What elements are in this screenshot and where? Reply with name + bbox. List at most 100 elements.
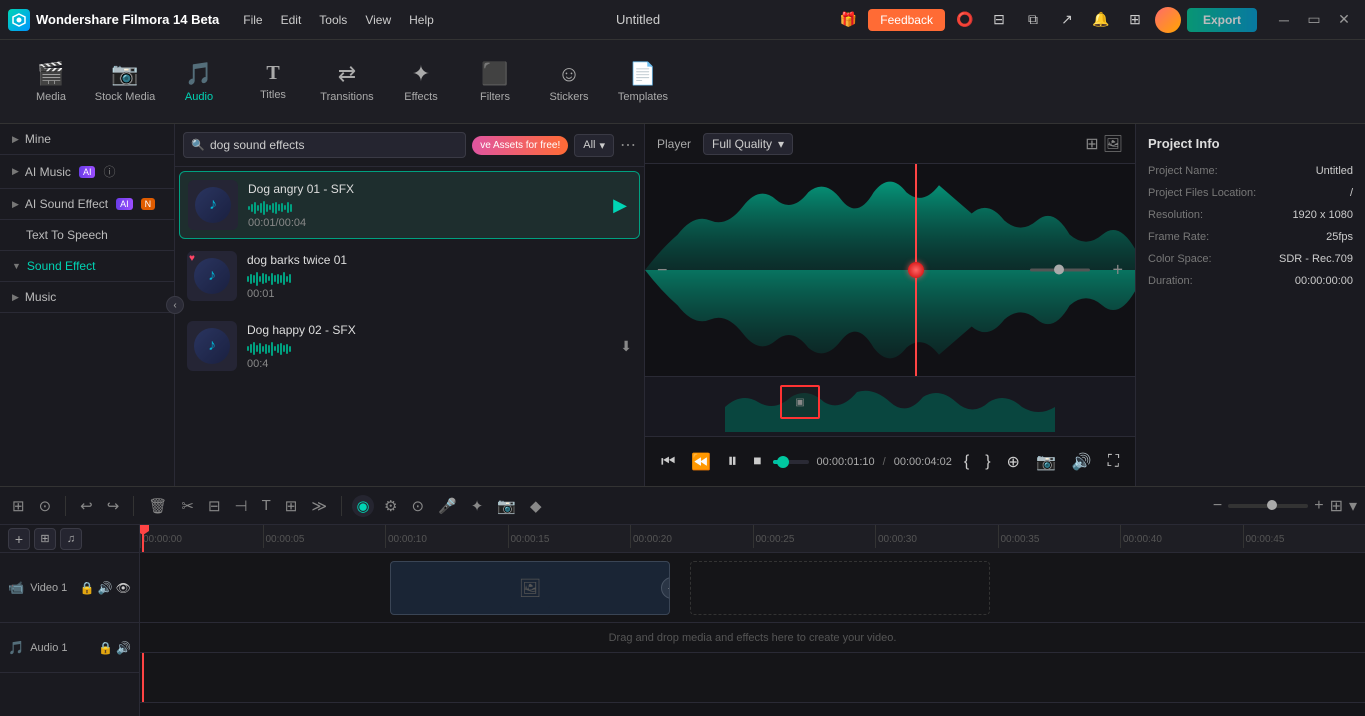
video-clip[interactable]: 🖼 + [390,561,670,615]
sound-item-0[interactable]: ♪ Dog angry 01 - SFX 00:01/00:04 ▶ [179,171,640,239]
fullscreen-button[interactable]: ⛶ [1104,449,1123,475]
cut-button[interactable]: ✂ [177,493,198,519]
menu-tools[interactable]: Tools [311,9,355,31]
zoom-slider-thumb[interactable] [1054,265,1064,275]
magnet-button[interactable]: ⊙ [35,493,56,519]
redo-button[interactable]: ↪ [103,493,124,519]
gift-icon[interactable]: 🎁 [834,6,862,34]
zoom-in-icon[interactable]: + [1112,260,1123,281]
video-lock-button[interactable]: 🔒 [80,581,95,595]
sidebar-item-ai-music[interactable]: ▶ AI Music AI ⓘ [0,155,174,188]
audio-lock-button[interactable]: 🔒 [98,641,113,655]
ai-button[interactable]: ✦ [467,493,488,519]
add-audio-button[interactable]: ♫ [60,528,82,550]
delete-button[interactable]: 🗑 [144,493,171,519]
maximize-window-button[interactable]: ▭ [1301,7,1327,33]
image-layout-icon[interactable]: 🖼 [1103,134,1123,154]
sidebar-item-sound-effect[interactable]: ▼ Sound Effect [0,251,174,281]
video-volume-button[interactable]: 🔊 [98,581,113,595]
sidebar-item-mine[interactable]: ▶ Mine [0,124,174,154]
toolbar-titles[interactable]: T Titles [238,47,308,117]
extract-button[interactable]: ⊕ [1003,448,1024,476]
toolbar-effects[interactable]: ✦ Effects [386,47,456,117]
volume-button[interactable]: 🔊 [1068,448,1096,476]
sidebar-collapse-button[interactable]: ‹ [166,296,184,314]
audio-mute-button[interactable]: 🔊 [116,641,131,655]
sidebar-item-music[interactable]: ▶ Music [0,282,174,312]
close-window-button[interactable]: ✕ [1331,7,1357,33]
waveform-container[interactable]: − + [645,164,1135,376]
mini-thumb-selection[interactable]: ▣ [780,385,820,419]
play-pause-button[interactable]: ⏸ [723,446,741,477]
skip-back-button[interactable]: ⏮ [657,449,679,475]
more-btn[interactable]: ≫ [307,493,331,519]
user-avatar[interactable] [1155,7,1181,33]
apps-icon[interactable]: ⊞ [1121,6,1149,34]
text-button[interactable]: T [258,493,275,518]
video-track-area[interactable]: 🖼 + [140,553,1365,623]
menu-file[interactable]: File [235,9,270,31]
toolbar-audio[interactable]: 🎵 Audio [164,47,234,117]
grid-layout-icon[interactable]: ⊞ [1085,134,1098,154]
crop-button[interactable]: ⊟ [204,493,225,519]
auto-color-button[interactable]: ◉ [352,495,374,517]
playhead-handle[interactable] [908,262,924,278]
minimize-display-icon[interactable]: ⊟ [985,6,1013,34]
video-eye-button[interactable]: 👁 [116,581,131,595]
download-icon[interactable]: ⬇ [620,338,632,355]
filter-dropdown[interactable]: All ▾ [574,134,614,157]
media-button[interactable]: 📷 [493,493,520,519]
timeline-zoom-slider[interactable] [1228,504,1308,508]
scene-detect-button[interactable]: ⊞ [8,493,29,519]
minimize-window-button[interactable]: ─ [1271,7,1297,33]
toolbar-stock-media[interactable]: 📷 Stock Media [90,47,160,117]
layout-button[interactable]: ⊞ [281,493,302,519]
clip-settings-button[interactable]: ⊙ [408,493,429,519]
menu-help[interactable]: Help [401,9,442,31]
sidebar-section-ai-sound-effect: ▶ AI Sound Effect AI N [0,189,174,220]
audio-track-area[interactable] [140,653,1365,703]
zoom-out-icon[interactable]: − [657,260,668,281]
toolbar-transitions[interactable]: ⇄ Transitions [312,47,382,117]
toolbar-stickers[interactable]: ☺ Stickers [534,47,604,117]
mark-out-button[interactable]: } [981,449,994,475]
keyframe-button[interactable]: ◆ [526,493,546,519]
feedback-button[interactable]: Feedback [868,9,945,31]
sound-item-2[interactable]: ♪ Dog happy 02 - SFX 00:4 ⬇ [179,313,640,379]
menu-edit[interactable]: Edit [273,9,310,31]
sidebar-item-ai-sound-effect[interactable]: ▶ AI Sound Effect AI N [0,189,174,219]
settings-button[interactable]: ⚙ [380,493,401,519]
add-track-button[interactable]: + [8,528,30,550]
search-icon-btn[interactable]: ⭕ [951,6,979,34]
quality-select[interactable]: Full Quality ▾ [703,133,793,155]
toolbar-templates[interactable]: 📄 Templates [608,47,678,117]
toolbar-filters[interactable]: ⬛ Filters [460,47,530,117]
undo-button[interactable]: ↩ [76,493,97,519]
timeline-grid-icon[interactable]: ⊞ [1330,496,1343,516]
voice-button[interactable]: 🎤 [434,493,461,519]
timeline-zoom-in-icon[interactable]: + [1314,497,1323,515]
sound-item-1[interactable]: ♪ ♥ dog barks twice 01 00:01 [179,243,640,309]
split-button[interactable]: ⊣ [231,493,252,519]
step-back-button[interactable]: ⏪ [687,448,715,476]
bell-icon[interactable]: 🔔 [1087,6,1115,34]
timeline-area: ⊞ ⊙ ↩ ↪ 🗑 ✂ ⊟ ⊣ T ⊞ ≫ ◉ ⚙ ⊙ 🎤 ✦ 📷 ◆ − + … [0,486,1365,716]
menu-view[interactable]: View [357,9,399,31]
snapshot-button[interactable]: 📷 [1032,448,1060,476]
video-drop-zone[interactable] [690,561,990,615]
search-input[interactable] [183,132,466,158]
more-options-button[interactable]: ⋯ [620,135,636,155]
stop-button[interactable]: ⏹ [749,449,765,475]
export-button[interactable]: Export [1187,8,1257,32]
share-icon[interactable]: ↗ [1053,6,1081,34]
add-clip-button[interactable]: + [661,577,670,599]
add-media-button[interactable]: ⊞ [34,528,56,550]
sidebar-item-text-to-speech[interactable]: Text To Speech [0,220,174,250]
promo-badge[interactable]: ve Assets for free! [472,136,568,155]
dual-screen-icon[interactable]: ⧉ [1019,6,1047,34]
progress-bar[interactable] [773,460,808,464]
mark-in-button[interactable]: { [960,449,973,475]
toolbar-media[interactable]: 🎬 Media [16,47,86,117]
timeline-layout-icon[interactable]: ▾ [1349,496,1357,516]
timeline-zoom-out-icon[interactable]: − [1213,497,1222,515]
